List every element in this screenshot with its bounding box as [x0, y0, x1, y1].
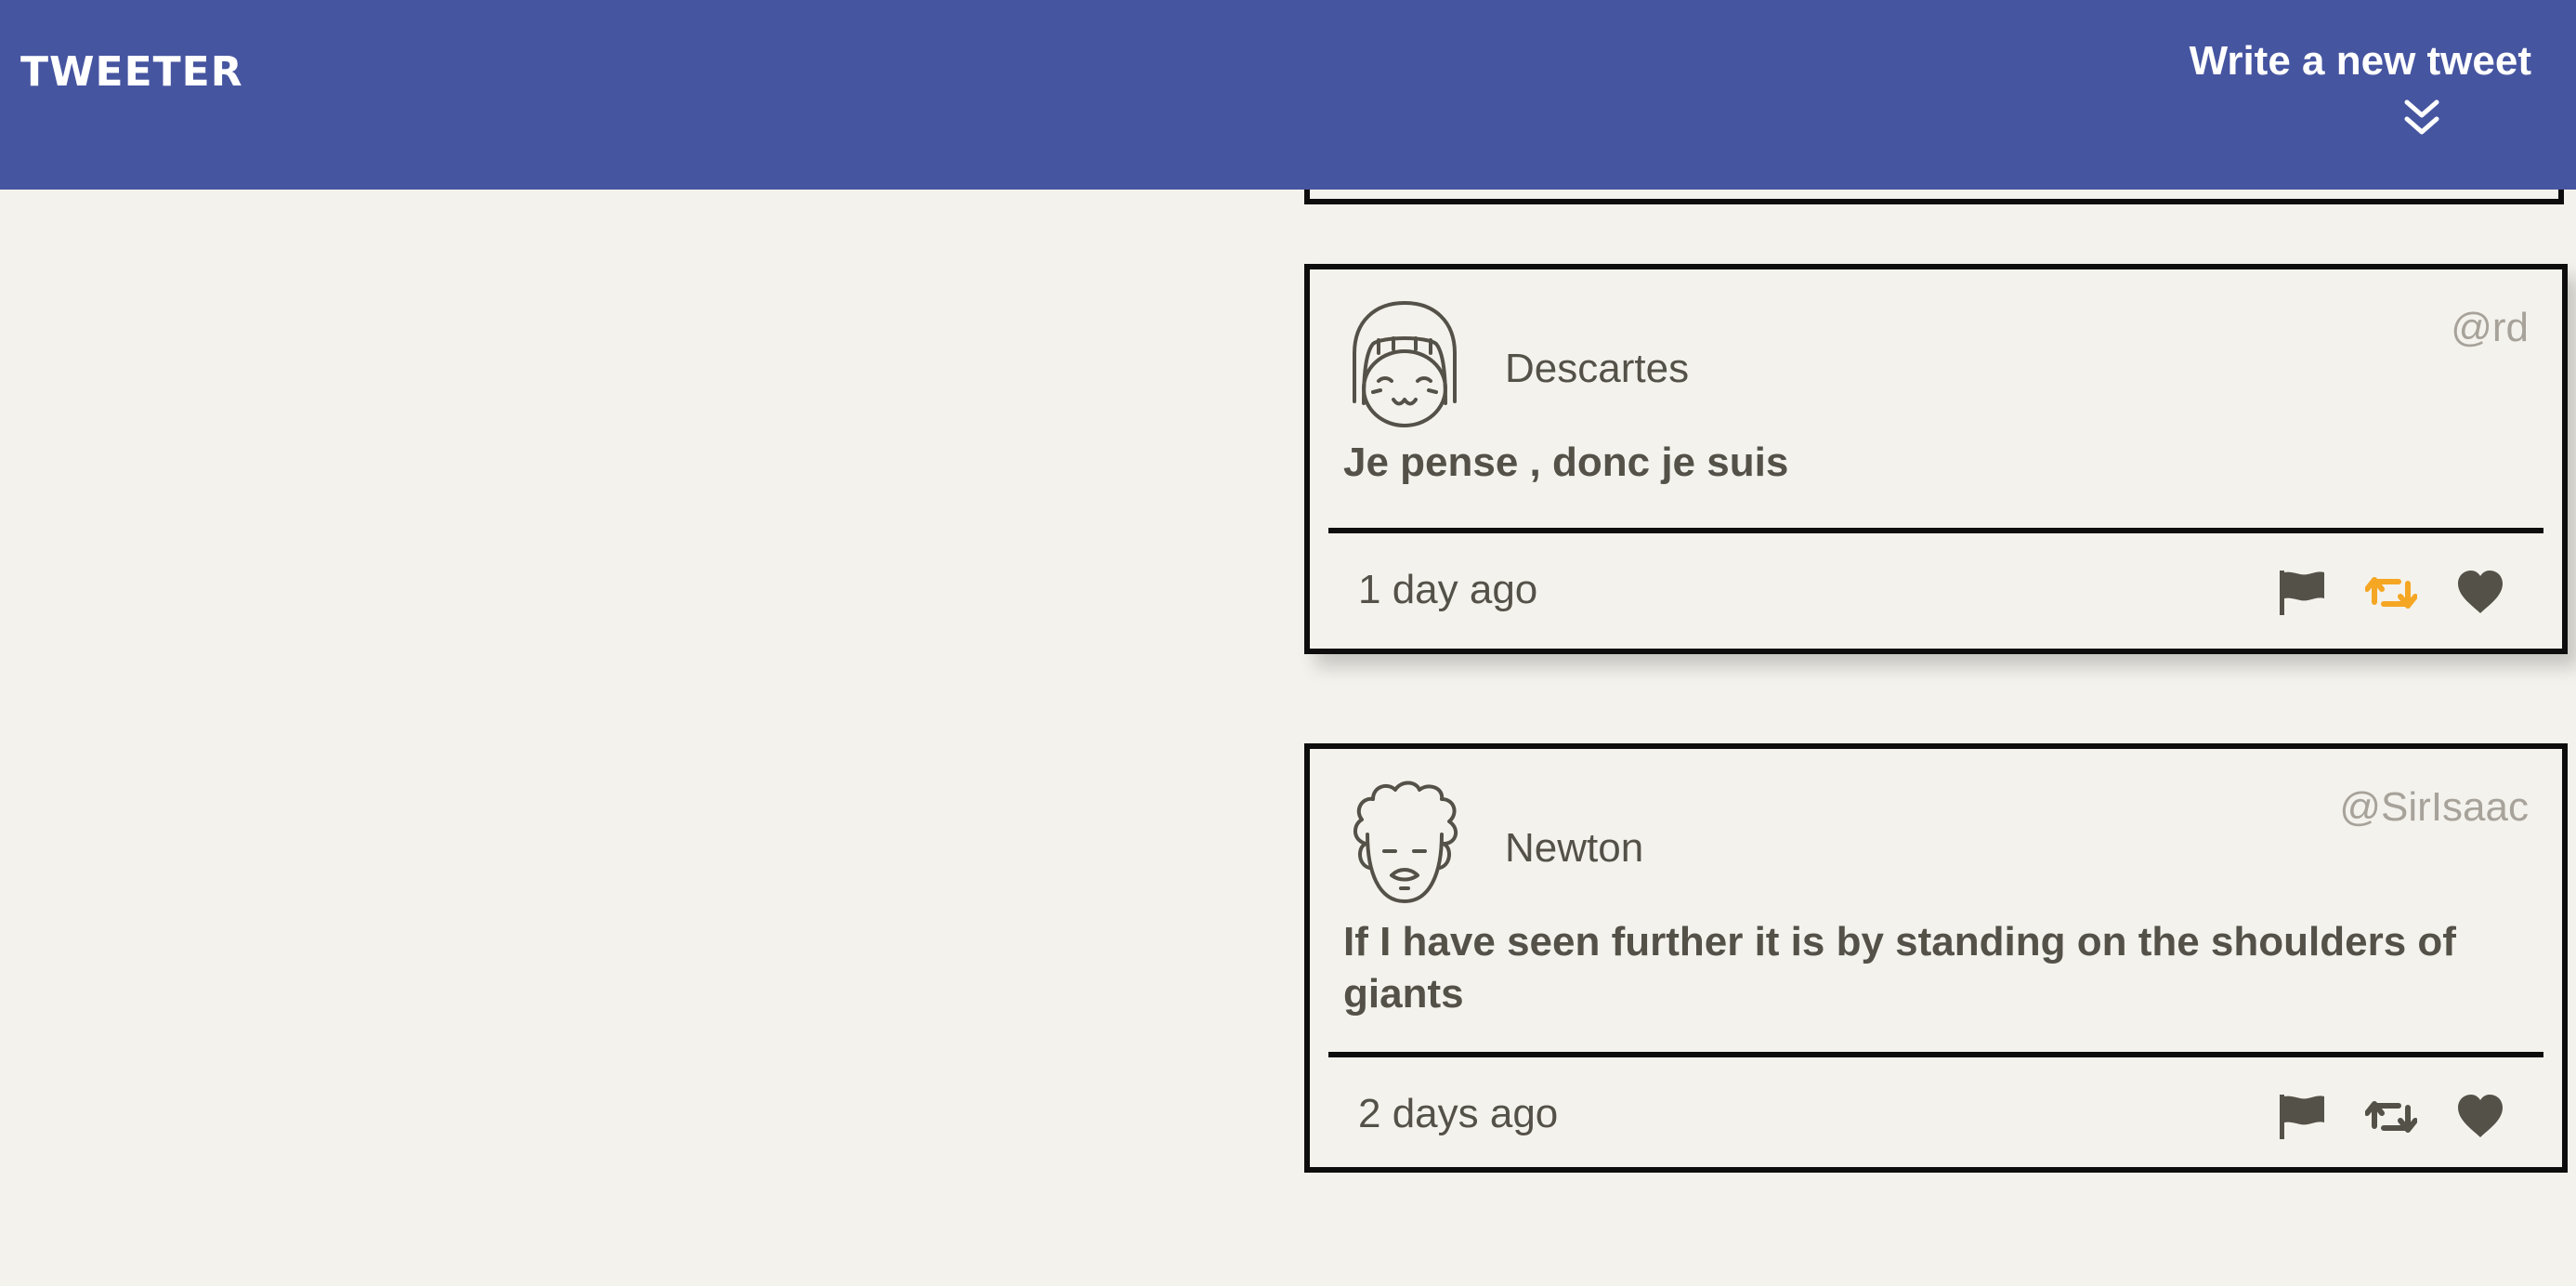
- user-handle: @SirIsaac: [2339, 784, 2529, 830]
- double-chevron-down-icon[interactable]: [2403, 98, 2440, 139]
- top-nav: TWEETER Write a new tweet: [0, 0, 2576, 190]
- tweet-header: Newton @SirIsaac: [1310, 749, 2562, 907]
- tweet-header: Descartes @rd: [1310, 269, 2562, 427]
- tweet-actions: [2276, 1091, 2506, 1143]
- tweet-content: If I have seen further it is by standing…: [1343, 919, 2456, 1017]
- tweet-actions: [2276, 567, 2506, 619]
- flag-icon[interactable]: [2276, 1091, 2328, 1143]
- tweet-timestamp: 2 days ago: [1358, 1091, 1559, 1136]
- display-name: Descartes: [1505, 346, 1690, 391]
- curly-hair-face-avatar-icon: [1353, 781, 1458, 903]
- heart-icon[interactable]: [2454, 1091, 2506, 1143]
- tweet-timestamp: 1 day ago: [1358, 567, 1538, 612]
- logo[interactable]: TWEETER: [20, 52, 243, 93]
- tweet-footer: 1 day ago: [1310, 533, 2562, 649]
- heart-icon[interactable]: [2454, 567, 2506, 619]
- tweet-footer: 2 days ago: [1310, 1057, 2562, 1167]
- retweet-icon[interactable]: [2365, 567, 2417, 619]
- user-handle: @rd: [2451, 305, 2529, 350]
- display-name: Newton: [1505, 825, 1644, 871]
- tweet-card: Newton @SirIsaac If I have seen further …: [1304, 743, 2568, 1173]
- tweet-card: Descartes @rd Je pense , donc je suis 1 …: [1304, 264, 2568, 654]
- girl-face-avatar-icon: [1353, 301, 1457, 427]
- tweet-content: Je pense , donc je suis: [1343, 440, 1789, 485]
- compose-label[interactable]: Write a new tweet: [2160, 41, 2531, 82]
- flag-icon[interactable]: [2276, 567, 2328, 619]
- retweet-icon[interactable]: [2365, 1091, 2417, 1143]
- compose-toggle-button[interactable]: Write a new tweet: [2160, 41, 2531, 139]
